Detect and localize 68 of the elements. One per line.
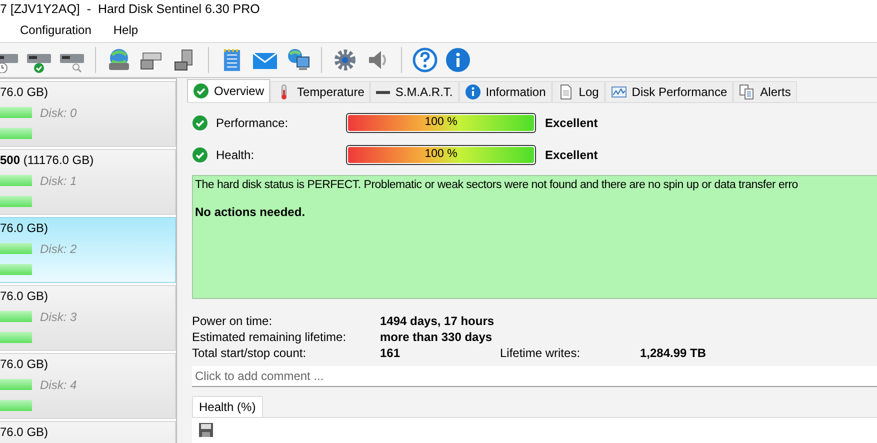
usage-bar xyxy=(0,400,32,411)
disk-item[interactable]: 76.0 GB) xyxy=(0,421,176,443)
check-icon xyxy=(193,83,209,99)
info-icon[interactable] xyxy=(445,47,471,73)
disk-title: 76.0 GB) xyxy=(0,289,50,303)
check-icon xyxy=(192,115,208,131)
menu-item[interactable]: Help xyxy=(113,21,138,39)
tab[interactable]: Log xyxy=(552,81,605,102)
stat-value: 1494 days, 17 hours xyxy=(380,313,496,329)
disk-title: 76.0 GB) xyxy=(0,221,50,235)
usage-bar xyxy=(0,264,32,275)
usage-bar xyxy=(0,243,32,254)
help-icon[interactable] xyxy=(412,47,438,73)
meter-rating: Excellent xyxy=(545,116,598,130)
disk-label: Disk: 2 xyxy=(40,242,77,256)
meter-reading: 100 % xyxy=(424,116,458,128)
disk-label: Disk: 3 xyxy=(40,310,77,324)
disk-item[interactable]: 500 (11176.0 GB) Disk: 1 xyxy=(0,149,176,215)
disk-item[interactable]: 76.0 GB) Disk: 2 xyxy=(0,217,176,283)
window-title: 7 [ZJV1Y2AQ] - Hard Disk Sentinel 6.30 PRO xyxy=(0,2,260,16)
usage-bar xyxy=(0,128,32,139)
globe-drive-icon[interactable] xyxy=(106,47,132,73)
stat-label: Lifetime writes: xyxy=(500,345,582,361)
disk-label: Disk: 1 xyxy=(40,174,77,188)
stat-value: 1,284.99 TB xyxy=(640,345,708,361)
stat-value: more than 330 days xyxy=(380,329,494,345)
tab[interactable]: Alerts xyxy=(733,81,797,102)
disk-item[interactable]: 76.0 GB) Disk: 4 xyxy=(0,353,176,419)
gear-icon[interactable] xyxy=(332,47,358,73)
documents-icon xyxy=(739,84,756,100)
disk-title: 76.0 GB) xyxy=(0,425,50,439)
status-action: No actions needed. xyxy=(195,205,306,219)
stat-label: Estimated remaining lifetime: xyxy=(192,329,348,345)
meter-reading: 100 % xyxy=(424,148,458,160)
disk-title: 500 (11176.0 GB) xyxy=(0,153,95,167)
info-icon xyxy=(464,84,481,100)
stat-label: Total start/stop count: xyxy=(192,345,308,361)
stat-value: 161 xyxy=(380,345,402,361)
usage-bar xyxy=(0,311,32,322)
tab[interactable]: S.M.A.R.T. xyxy=(370,81,459,102)
chart-icon xyxy=(610,84,627,100)
meter-label: Health: xyxy=(216,148,256,162)
usage-bar xyxy=(0,107,32,118)
tab[interactable]: Information xyxy=(458,81,552,102)
disk-title: 76.0 GB) xyxy=(0,85,50,99)
comment-field[interactable]: Click to add comment ... xyxy=(192,366,877,387)
usage-bar xyxy=(0,379,32,390)
document-icon xyxy=(558,84,574,100)
tab[interactable]: Health (%) xyxy=(192,396,263,417)
tab[interactable]: Temperature xyxy=(270,81,370,102)
disk-label: Disk: 0 xyxy=(40,106,77,120)
disk-item[interactable]: 76.0 GB) Disk: 0 xyxy=(0,81,176,147)
usage-bar xyxy=(0,196,32,207)
status-message: The hard disk status is PERFECT. Problematic or weak sectors were not found and there are no spin up or data transfer erro xyxy=(195,179,799,191)
dash-icon xyxy=(376,90,390,94)
menu-item[interactable]: Configuration xyxy=(20,21,92,39)
tab[interactable]: Disk Performance xyxy=(604,81,734,102)
tab[interactable]: Overview xyxy=(187,79,270,102)
usage-bar xyxy=(0,175,32,186)
meter-label: Performance: xyxy=(216,116,290,130)
disk-label: Disk: 4 xyxy=(40,378,77,392)
network-computer-icon[interactable] xyxy=(285,47,311,73)
disk-item[interactable]: 76.0 GB) Disk: 3 xyxy=(0,285,176,351)
meter-rating: Excellent xyxy=(545,148,598,162)
stat-label: Power on time: xyxy=(192,313,274,329)
disk-title: 76.0 GB) xyxy=(0,357,50,371)
usage-bar xyxy=(0,332,32,343)
check-icon xyxy=(192,147,208,163)
